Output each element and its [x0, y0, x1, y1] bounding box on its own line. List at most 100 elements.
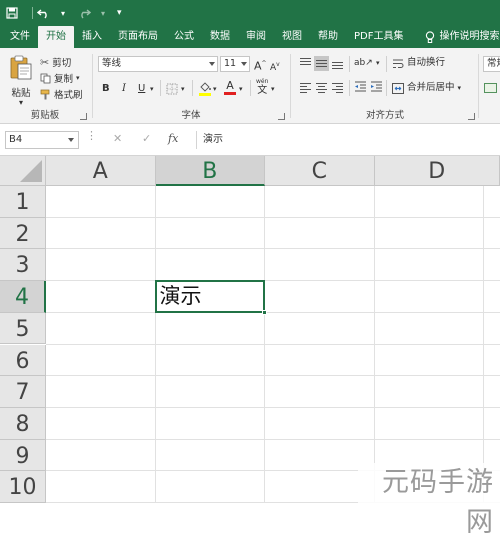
align-center-button[interactable]: [314, 80, 329, 95]
tab-view[interactable]: 视图: [274, 26, 310, 48]
gridline: [155, 186, 156, 503]
increase-indent-button[interactable]: [370, 80, 383, 98]
tab-data[interactable]: 数据: [202, 26, 238, 48]
font-color-dropdown-icon[interactable]: ▾: [239, 82, 243, 96]
insert-function-button[interactable]: fx: [168, 132, 178, 145]
tab-home[interactable]: 开始: [38, 26, 74, 48]
formula-input[interactable]: 演示: [196, 131, 500, 149]
customize-quick-access-icon[interactable]: ▾: [117, 8, 122, 18]
row-header-7[interactable]: 7: [0, 376, 46, 408]
save-icon[interactable]: [6, 7, 18, 19]
alignment-launcher-icon[interactable]: [468, 113, 475, 120]
orientation-dropdown-icon[interactable]: ▾: [376, 56, 380, 70]
wrap-text-icon: [392, 58, 404, 69]
underline-dropdown-icon[interactable]: ▾: [150, 82, 154, 96]
separator: [386, 80, 387, 96]
select-all-button[interactable]: [0, 156, 46, 186]
borders-dropdown-icon[interactable]: ▾: [181, 82, 185, 96]
merge-center-button[interactable]: 合并后居中 ▾: [392, 81, 461, 95]
phonetic-dropdown-icon[interactable]: ▾: [271, 82, 275, 96]
tab-formulas[interactable]: 公式: [166, 26, 202, 48]
cancel-button[interactable]: ✕: [113, 132, 122, 145]
row-header-8[interactable]: 8: [0, 408, 46, 440]
tab-insert[interactable]: 插入: [74, 26, 110, 48]
separator: [250, 80, 251, 96]
align-right-button[interactable]: [330, 80, 345, 95]
italic-button[interactable]: I: [122, 82, 126, 96]
row-header-9[interactable]: 9: [0, 440, 46, 472]
copy-button[interactable]: 复制 ▾: [40, 71, 80, 85]
font-size-value: 11: [224, 58, 236, 69]
align-left-button[interactable]: [298, 80, 313, 95]
decrease-indent-button[interactable]: [354, 80, 367, 98]
tell-me-search[interactable]: 操作说明搜索: [417, 26, 500, 48]
format-painter-button[interactable]: 格式刷: [40, 87, 83, 101]
font-size-select[interactable]: 11: [220, 56, 250, 72]
accounting-format-icon[interactable]: [484, 82, 497, 99]
formula-options-icon[interactable]: ⋮: [86, 129, 97, 142]
cut-label: 剪切: [52, 55, 71, 69]
undo-dropdown-icon[interactable]: ▾: [61, 9, 65, 18]
column-header-a[interactable]: A: [46, 156, 156, 186]
font-color-bar: [224, 92, 236, 95]
row-header-4[interactable]: 4: [0, 281, 46, 313]
paint-bucket-icon: [198, 81, 212, 96]
column-header-c[interactable]: C: [265, 156, 375, 186]
undo-icon[interactable]: [37, 7, 51, 19]
paste-dropdown-icon[interactable]: ▾: [6, 99, 36, 107]
underline-button[interactable]: U: [138, 82, 145, 96]
copy-dropdown-icon[interactable]: ▾: [76, 74, 80, 82]
phonetic-button[interactable]: wén 文: [256, 78, 268, 96]
align-top-button[interactable]: [298, 56, 313, 71]
orientation-icon: ab↗: [354, 58, 373, 68]
fill-handle[interactable]: [262, 310, 267, 315]
gridline: [46, 248, 500, 249]
redo-dropdown-icon[interactable]: ▾: [101, 9, 105, 18]
number-format-select[interactable]: 常规: [483, 56, 500, 72]
borders-button[interactable]: [166, 83, 178, 100]
bold-button[interactable]: B: [102, 82, 110, 96]
column-header-b[interactable]: B: [156, 156, 266, 186]
row-header-3[interactable]: 3: [0, 249, 46, 281]
separator: [290, 54, 291, 118]
orientation-button[interactable]: ab↗: [354, 56, 373, 70]
tab-pdf-tools[interactable]: PDF工具集: [346, 26, 411, 48]
grow-font-button[interactable]: A^: [254, 57, 267, 74]
row-header-5[interactable]: 5: [0, 313, 46, 345]
clipboard-launcher-icon[interactable]: [80, 113, 87, 120]
column-header-d[interactable]: D: [375, 156, 500, 186]
tab-review[interactable]: 审阅: [238, 26, 274, 48]
row-header-10[interactable]: 10: [0, 471, 46, 503]
active-cell-border[interactable]: [155, 280, 266, 313]
align-bottom-button[interactable]: [330, 56, 345, 71]
name-box[interactable]: B4: [5, 131, 79, 149]
font-group-label: 字体: [94, 107, 288, 121]
font-launcher-icon[interactable]: [278, 113, 285, 120]
name-box-dropdown-icon: [68, 138, 74, 142]
cut-button[interactable]: ✂ 剪切: [40, 55, 71, 69]
redo-icon[interactable]: [77, 7, 91, 19]
fill-color-button[interactable]: [198, 81, 212, 101]
font-name-select[interactable]: 等线: [98, 56, 218, 72]
wrap-text-button[interactable]: 自动换行: [392, 56, 445, 70]
font-color-button[interactable]: A: [224, 80, 236, 95]
row-header-2[interactable]: 2: [0, 218, 46, 250]
shrink-font-button[interactable]: Av: [270, 58, 280, 75]
enter-button[interactable]: ✓: [142, 132, 151, 145]
phonetic-icon: 文: [256, 85, 268, 96]
align-middle-button[interactable]: [314, 56, 329, 71]
paste-button[interactable]: 粘贴 ▾: [6, 54, 36, 107]
tab-page-layout[interactable]: 页面布局: [110, 26, 166, 48]
decrease-indent-icon: [354, 80, 367, 93]
row-header-1[interactable]: 1: [0, 186, 46, 218]
merge-center-dropdown-icon[interactable]: ▾: [458, 81, 462, 95]
font-name-value: 等线: [102, 58, 121, 69]
tab-file[interactable]: 文件: [2, 26, 38, 48]
formula-bar: B4 ⋮ ✕ ✓ fx 演示: [0, 124, 500, 156]
separator: [349, 56, 350, 72]
watermark: 元码手游网: [358, 463, 500, 503]
row-header-6[interactable]: 6: [0, 345, 46, 377]
fill-color-dropdown-icon[interactable]: ▾: [213, 82, 217, 96]
gridline: [46, 407, 500, 408]
tab-help[interactable]: 帮助: [310, 26, 346, 48]
